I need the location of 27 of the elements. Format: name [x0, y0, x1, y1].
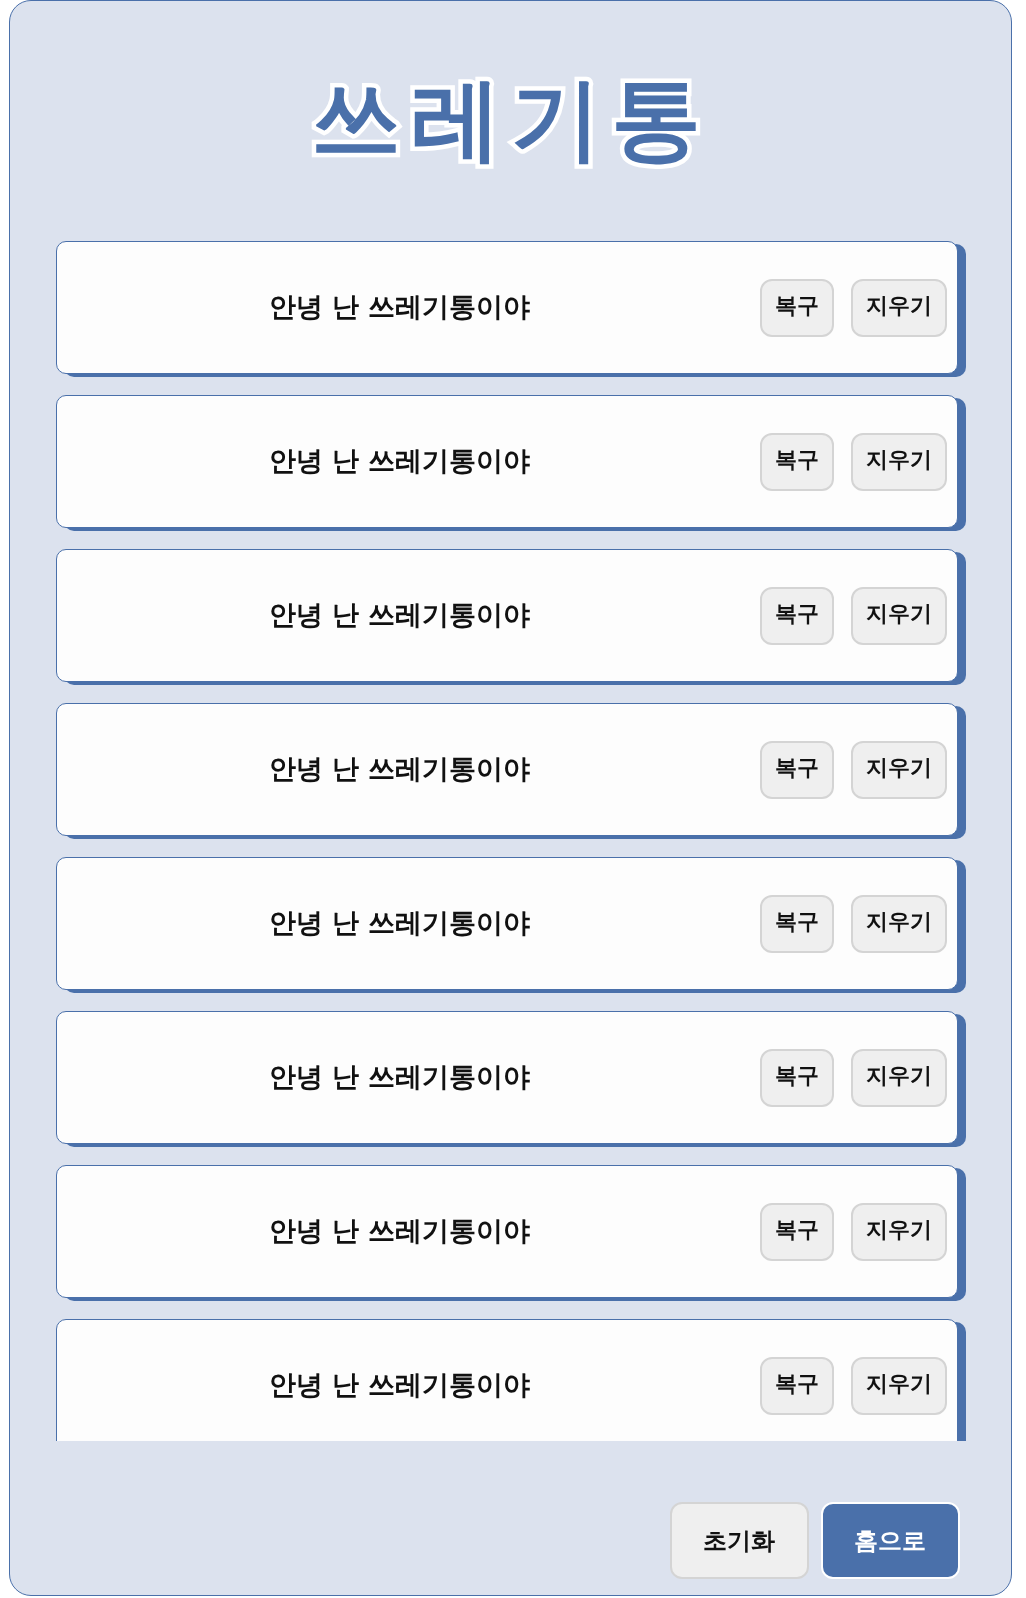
card-message: 안녕 난 쓰레기통이야: [268, 443, 531, 478]
reset-button[interactable]: 초기화: [669, 1502, 809, 1579]
delete-button[interactable]: 지우기: [850, 740, 947, 799]
card-message: 안녕 난 쓰레기통이야: [268, 597, 531, 632]
page-title: 쓰레기통: [310, 74, 711, 164]
restore-button[interactable]: 복구: [759, 586, 834, 645]
card-message: 안녕 난 쓰레기통이야: [268, 289, 531, 324]
home-button[interactable]: 홈으로: [820, 1502, 960, 1579]
card-message: 안녕 난 쓰레기통이야: [268, 1059, 531, 1094]
delete-button[interactable]: 지우기: [850, 432, 947, 491]
restore-button[interactable]: 복구: [759, 278, 834, 337]
delete-button[interactable]: 지우기: [850, 586, 947, 645]
restore-button[interactable]: 복구: [759, 740, 834, 799]
card-message: 안녕 난 쓰레기통이야: [268, 751, 531, 786]
delete-button[interactable]: 지우기: [850, 1202, 947, 1261]
restore-button[interactable]: 복구: [759, 1202, 834, 1261]
restore-button[interactable]: 복구: [759, 1356, 834, 1415]
restore-button[interactable]: 복구: [759, 1048, 834, 1107]
delete-button[interactable]: 지우기: [850, 278, 947, 337]
card-message: 안녕 난 쓰레기통이야: [268, 1367, 531, 1402]
restore-button[interactable]: 복구: [759, 894, 834, 953]
delete-button[interactable]: 지우기: [850, 1356, 947, 1415]
card-message: 안녕 난 쓰레기통이야: [268, 1213, 531, 1248]
delete-button[interactable]: 지우기: [850, 1048, 947, 1107]
restore-button[interactable]: 복구: [759, 432, 834, 491]
delete-button[interactable]: 지우기: [850, 894, 947, 953]
card-message: 안녕 난 쓰레기통이야: [268, 905, 531, 940]
